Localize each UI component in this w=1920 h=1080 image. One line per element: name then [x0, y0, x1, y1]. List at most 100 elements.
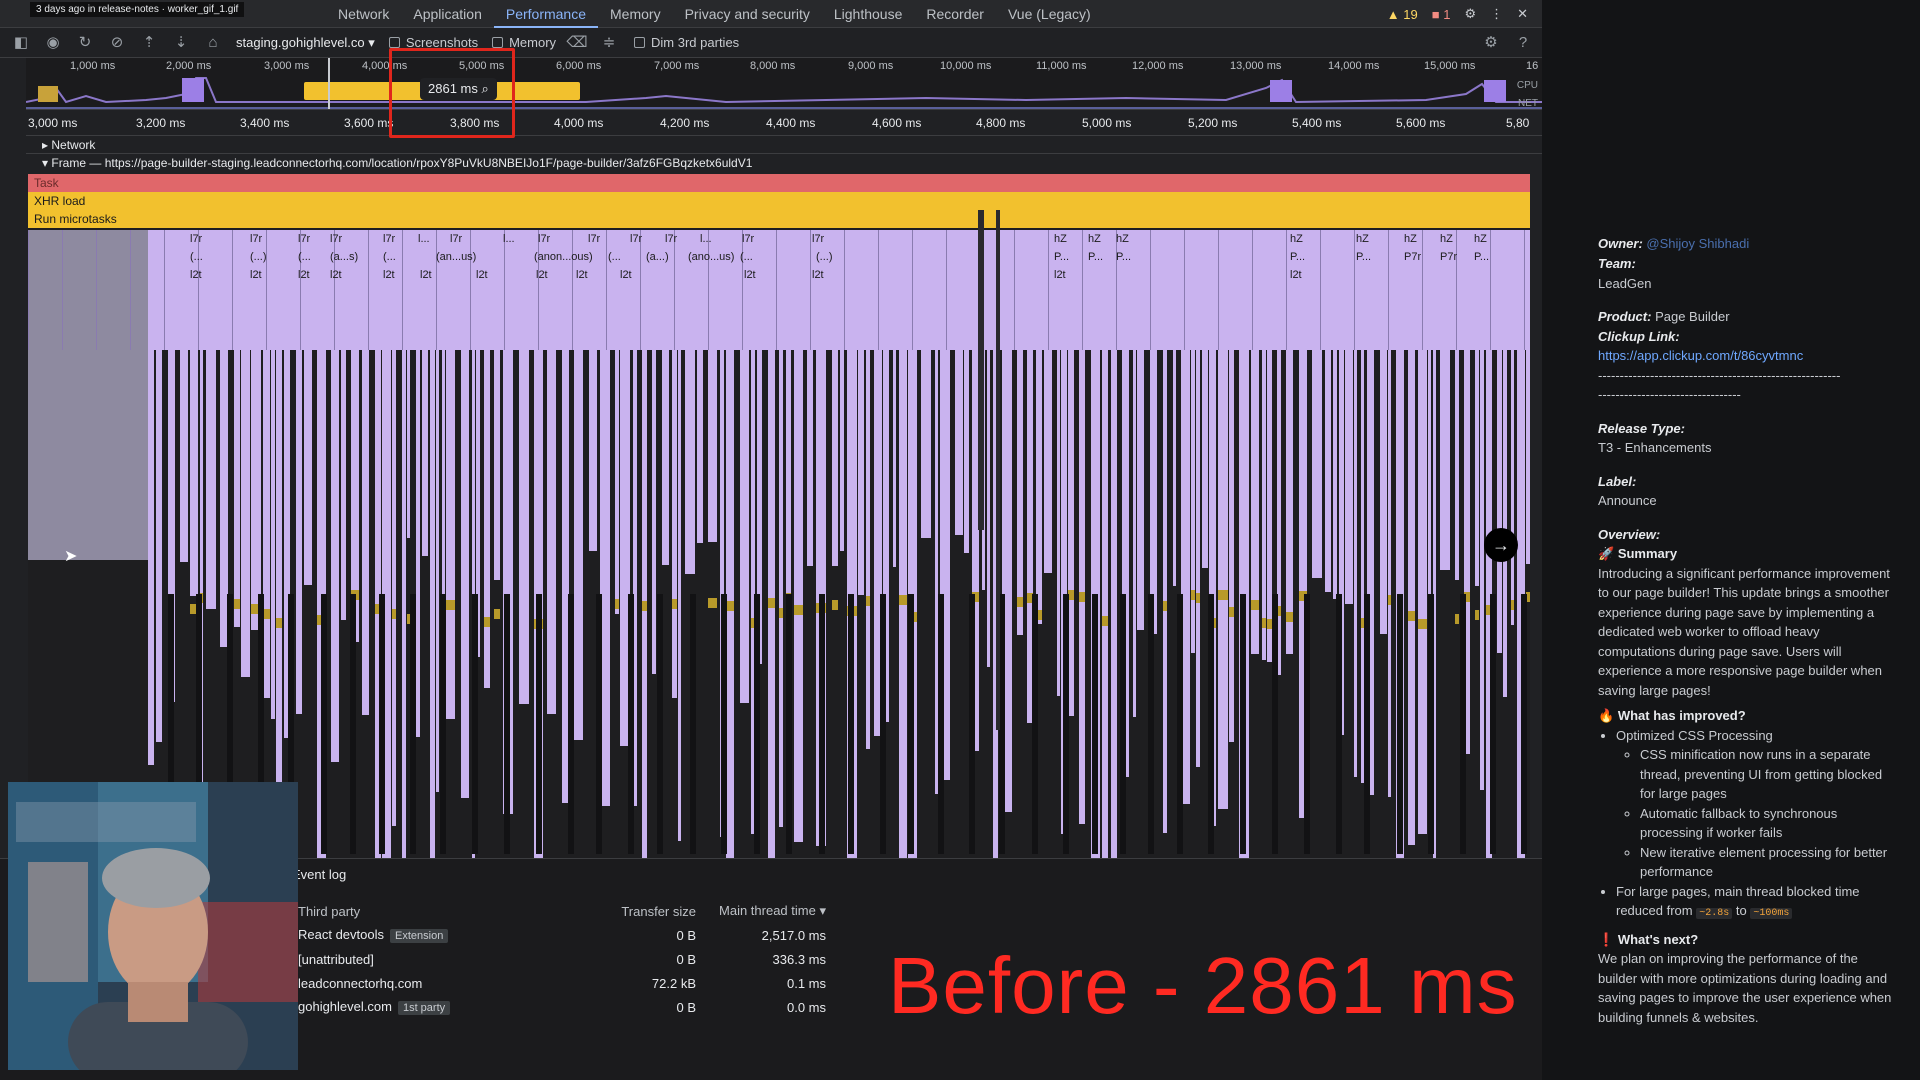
- flame-frame-label: l2t: [812, 269, 824, 281]
- error-count[interactable]: ■ 1: [1432, 7, 1451, 22]
- network-track-header[interactable]: ▸ Network: [26, 136, 1542, 154]
- overview-tick: 7,000 ms: [654, 60, 700, 72]
- gc-marker: [494, 609, 500, 619]
- code-to-value: ~100ms: [1750, 908, 1793, 919]
- col-party-header[interactable]: Third party: [292, 899, 592, 923]
- settings-gear-icon[interactable]: ⚙: [1464, 6, 1476, 22]
- ruler-tick: 3,200 ms: [136, 116, 186, 130]
- overview-tick: 9,000 ms: [848, 60, 894, 72]
- task-label: Task: [34, 176, 59, 190]
- transfer-cell: 0 B: [676, 999, 696, 1015]
- flame-column: [1057, 350, 1060, 696]
- warning-count[interactable]: ▲ 19: [1387, 7, 1418, 22]
- record-icon[interactable]: ◉: [42, 32, 64, 54]
- close-icon[interactable]: ✕: [1517, 6, 1528, 22]
- notification-ghost: 3 days ago in release-notes · worker_gif…: [30, 2, 245, 17]
- tab-lighthouse[interactable]: Lighthouse: [822, 0, 915, 28]
- table-row[interactable]: gohighlevel.com 1st party 0 B 0.0 ms: [292, 995, 832, 1019]
- broom-icon[interactable]: ⌫: [566, 32, 588, 54]
- tab-recorder[interactable]: Recorder: [914, 0, 996, 28]
- clear-icon[interactable]: ⊘: [106, 32, 128, 54]
- flame-column: [1511, 350, 1514, 625]
- capture-settings-icon[interactable]: ⚙: [1480, 32, 1502, 54]
- grid-line: [28, 230, 29, 350]
- gc-marker: [1196, 593, 1200, 603]
- flame-chart-icon[interactable]: ≑: [598, 32, 620, 54]
- dim-third-parties-label: Dim 3rd parties: [651, 35, 740, 50]
- gc-marker: [615, 599, 619, 609]
- flame-column: [446, 350, 455, 719]
- dim-third-parties-checkbox[interactable]: [634, 37, 646, 48]
- party-cell: [unattributed]: [298, 951, 374, 967]
- memory-checkbox[interactable]: [492, 37, 504, 48]
- help-icon[interactable]: ?: [1512, 32, 1534, 54]
- frame-track-header[interactable]: ▾ Frame — https://page-builder-staging.l…: [26, 154, 1542, 172]
- next-arrow-button[interactable]: →: [1484, 528, 1518, 562]
- flame-column: [392, 350, 396, 826]
- flame-column: [1388, 350, 1391, 797]
- divider-line: ---------------------------------: [1598, 387, 1741, 402]
- tab-network[interactable]: Network: [326, 0, 401, 28]
- release-type-value: T3 - Enhancements: [1598, 440, 1712, 455]
- gc-marker: [1229, 607, 1234, 617]
- gc-marker: [672, 599, 677, 609]
- col-main-thread-header[interactable]: Main thread time ▾: [702, 899, 832, 923]
- tab-memory[interactable]: Memory: [598, 0, 673, 28]
- flame-column: [180, 350, 188, 562]
- gc-marker: [779, 608, 783, 618]
- flame-gap: [1208, 594, 1214, 854]
- team-label: Team:: [1598, 256, 1636, 271]
- tab-performance[interactable]: Performance: [493, 0, 599, 28]
- table-row[interactable]: [unattributed] 0 B 336.3 ms: [292, 947, 832, 971]
- flame-column: [1111, 350, 1117, 858]
- clickup-link[interactable]: https://app.clickup.com/t/86cyvtmnc: [1598, 346, 1898, 366]
- table-row[interactable]: leadconnectorhq.com 72.2 kB 0.1 ms: [292, 971, 832, 995]
- flame-frame-label: l2t: [744, 269, 756, 281]
- selection-handle-left[interactable]: [328, 58, 330, 109]
- col-main-thread-label: Main thread time: [719, 903, 816, 918]
- more-menu-icon[interactable]: ⋮: [1490, 6, 1503, 22]
- reload-record-icon[interactable]: ↻: [74, 32, 96, 54]
- flame-gap: [1428, 594, 1434, 854]
- flame-column: [1133, 350, 1136, 717]
- fire-icon: 🔥: [1598, 708, 1615, 723]
- ruler-tick: 5,80: [1506, 116, 1530, 130]
- highlight-box: [389, 48, 515, 138]
- download-icon[interactable]: ⇣: [170, 32, 192, 54]
- flame-column: [1286, 350, 1293, 654]
- screenshots-checkbox[interactable]: [388, 37, 400, 48]
- flame-column: [964, 350, 969, 553]
- flame-gap: [721, 594, 727, 854]
- dock-sidebar-icon[interactable]: ◧: [10, 32, 32, 54]
- flame-frame-label: hZ: [1474, 233, 1487, 245]
- network-track-label: Network: [51, 138, 96, 152]
- recording-url-select[interactable]: staging.gohighlevel.co ▾: [236, 35, 375, 51]
- tab-vue-legacy[interactable]: Vue (Legacy): [996, 0, 1103, 28]
- flame-column: [1267, 350, 1272, 662]
- table-row[interactable]: React devtools Extension 0 B 2,517.0 ms: [292, 923, 832, 947]
- upload-icon[interactable]: ⇡: [138, 32, 160, 54]
- tab-privacy-security[interactable]: Privacy and security: [673, 0, 822, 28]
- gc-marker: [446, 600, 455, 610]
- tab-application[interactable]: Application: [401, 0, 494, 28]
- flame-gap: [819, 594, 825, 854]
- table-header-row: Third party Transfer size Main thread ti…: [292, 899, 832, 923]
- gc-marker: [276, 618, 282, 628]
- flame-frame-label: P7r: [1440, 251, 1458, 263]
- flame-gap: [1177, 594, 1183, 854]
- party-name: React devtools: [298, 927, 384, 942]
- owner-mention[interactable]: @Shijoy Shibhadi: [1646, 236, 1749, 251]
- gc-marker: [1286, 612, 1293, 622]
- main-thread-flame-chart[interactable]: Task XHR load Run microtasks l7r l7r l7r l7…: [28, 174, 1530, 858]
- gc-marker: [1191, 590, 1195, 600]
- home-icon[interactable]: ⌂: [202, 32, 224, 54]
- col-transfer-header[interactable]: Transfer size: [592, 899, 702, 923]
- gc-marker: [1218, 590, 1228, 600]
- flame-frame-label: l2t: [298, 269, 310, 281]
- flame-gap: [1364, 594, 1370, 854]
- timeline-overview[interactable]: 1,000 ms 2,000 ms 3,000 ms 4,000 ms 5,00…: [26, 58, 1542, 110]
- event-log-tab[interactable]: Event log: [292, 867, 346, 882]
- flame-column: [779, 350, 783, 827]
- flame-frame-label: (an...us): [436, 251, 477, 263]
- flame-gap: [1148, 594, 1154, 854]
